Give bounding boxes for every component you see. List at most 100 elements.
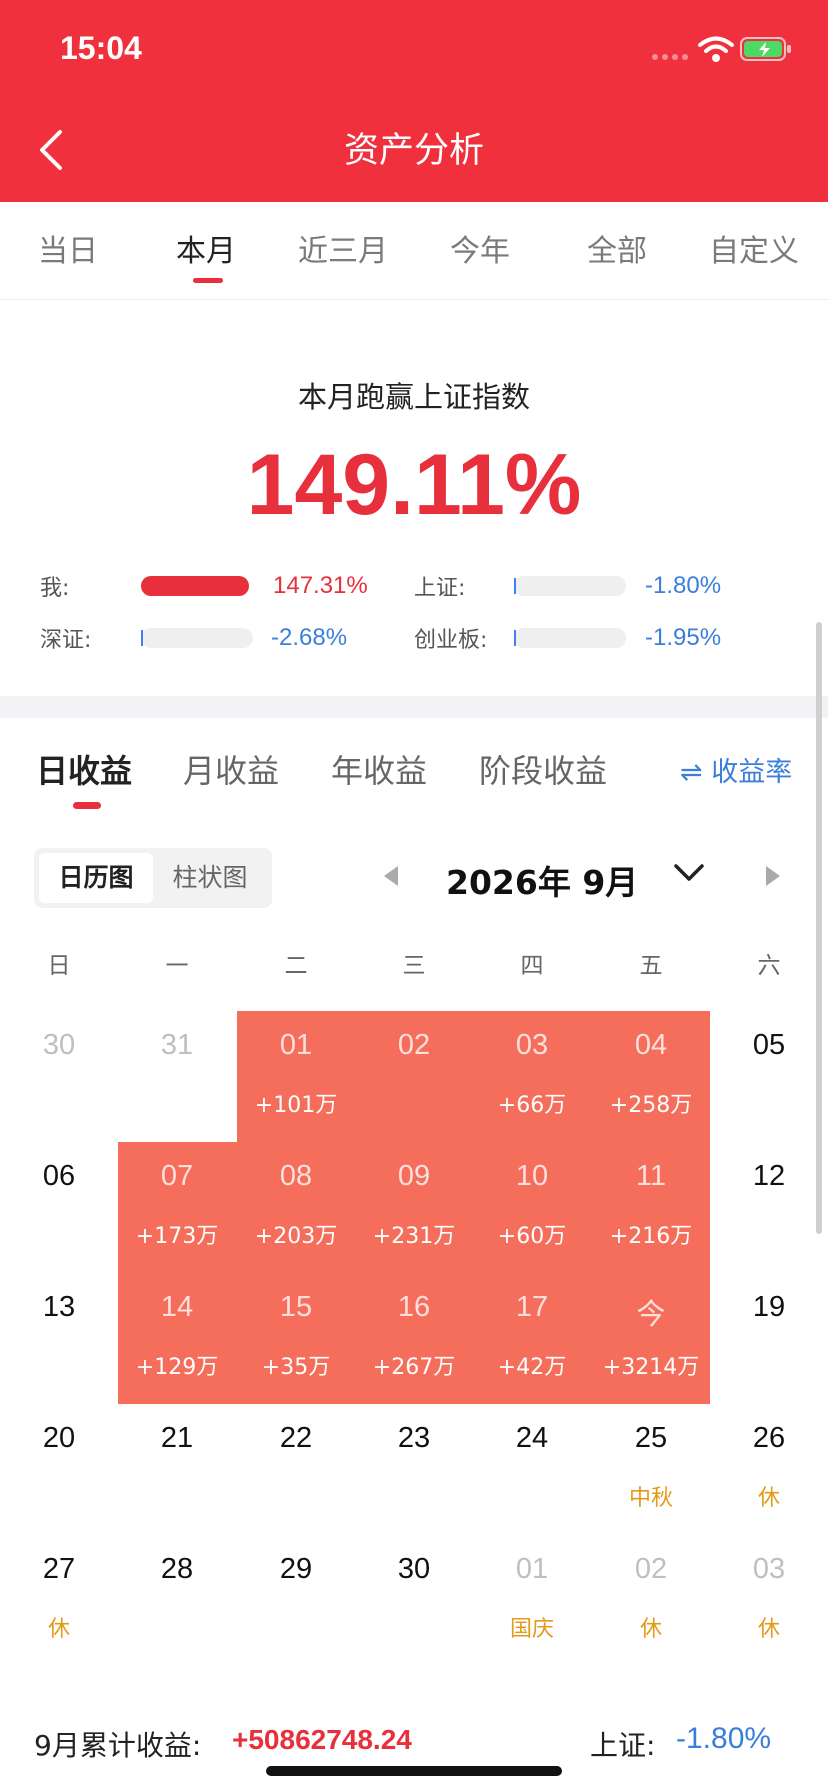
calendar-day-cell[interactable]: 30 [0,1011,118,1142]
next-month-icon[interactable] [766,866,780,886]
calendar-day-number: 01 [279,1029,313,1061]
calendar-day-cell[interactable]: 23 [355,1404,473,1535]
calendar-day-number: 17 [515,1291,549,1323]
calendar-day-cell[interactable]: 06 [0,1142,118,1273]
calendar-day-profit: +173万 [135,1224,219,1249]
calendar-day-profit: +203万 [254,1224,338,1249]
battery-icon [740,37,791,61]
calendar-day-number: 14 [160,1291,194,1323]
month-total-value: +50862748.24 [232,1724,412,1755]
calendar-day-number: 30 [42,1029,76,1061]
calendar-day-number: 21 [160,1422,194,1454]
calendar-day-number: 15 [279,1291,313,1323]
weekday-label: 六 [757,953,781,979]
calendar-day-number: 05 [752,1029,786,1061]
tab-all[interactable]: 全部 [557,226,677,270]
calendar-day-cell[interactable]: 25 中秋 [592,1404,710,1535]
calendar-day-cell[interactable]: 16 +267万 [355,1273,473,1404]
tab-stage-profit[interactable]: 阶段收益 [479,746,607,792]
weekday-label: 日 [47,953,71,979]
app-header: 15:04 资产分析 [0,0,828,202]
calendar-day-cell[interactable]: 08 +203万 [237,1142,355,1273]
calendar-day-cell[interactable]: 03 +66万 [473,1011,591,1142]
tab-daily-profit[interactable]: 日收益 [36,746,132,792]
calendar-day-cell[interactable]: 27 休 [0,1535,118,1666]
calendar-day-cell[interactable]: 30 [355,1535,473,1666]
calendar-day-cell[interactable]: 02 休 [592,1535,710,1666]
calendar-day-cell[interactable]: 04 +258万 [592,1011,710,1142]
calendar-day-cell[interactable]: 22 [237,1404,355,1535]
compare-bar-chinext [514,628,626,648]
month-label[interactable]: 2026年 9月 [446,856,638,904]
calendar-day-number: 22 [279,1422,313,1454]
calendar-day-number: 03 [515,1029,549,1061]
calendar-day-cell[interactable]: 20 [0,1404,118,1535]
calendar-day-number: 01 [515,1553,549,1585]
calendar-day-number: 20 [42,1422,76,1454]
calendar-day-cell[interactable]: 03 休 [710,1535,828,1666]
chevron-down-icon[interactable] [672,862,706,884]
calendar-day-holiday: 休 [639,1617,662,1642]
calendar-view-button[interactable]: 日历图 [39,853,153,903]
compare-label-me: 我: [40,576,70,601]
calendar-day-cell[interactable]: 11 +216万 [592,1142,710,1273]
calendar-day-number: 28 [160,1553,194,1585]
calendar-day-cell[interactable]: 24 [473,1404,591,1535]
compare-value-shanghai: -1.80% [645,572,722,599]
tab-this-month[interactable]: 本月 [146,226,266,270]
calendar-day-holiday: 休 [47,1617,70,1642]
calendar-day-cell[interactable]: 15 +35万 [237,1273,355,1404]
calendar-day-cell[interactable]: 10 +60万 [473,1142,591,1273]
compare-value-chinext: -1.95% [645,624,722,651]
calendar-day-cell[interactable]: 29 [237,1535,355,1666]
tab-custom[interactable]: 自定义 [694,226,814,270]
section-divider [0,696,828,718]
compare-label-shanghai: 上证: [414,576,466,601]
calendar-day-profit: +216万 [609,1224,693,1249]
calendar-day-profit: +258万 [609,1093,693,1118]
weekday-label: 三 [402,953,426,979]
calendar-day-cell[interactable]: 26 休 [710,1404,828,1535]
calendar-day-cell[interactable]: 05 [710,1011,828,1142]
calendar-day-cell[interactable]: 19 [710,1273,828,1404]
tab-this-year[interactable]: 今年 [420,226,540,270]
calendar-day-number: 03 [752,1553,786,1585]
calendar-day-number: 04 [634,1029,668,1061]
tab-yearly-profit[interactable]: 年收益 [331,746,427,792]
calendar-day-number: 08 [279,1160,313,1192]
return-rate-toggle[interactable]: ⇌ 收益率 [680,750,792,789]
calendar-day-number: 19 [752,1291,786,1323]
compare-bar-shenzhen [141,628,253,648]
calendar-day-cell[interactable]: 31 [118,1011,236,1142]
return-rate-label: 收益率 [711,757,793,788]
calendar-day-cell[interactable]: 12 [710,1142,828,1273]
calendar-day-number: 13 [42,1291,76,1323]
calendar-day-cell[interactable]: 02 [355,1011,473,1142]
compare-label-chinext: 创业板: [414,628,488,653]
tab-today[interactable]: 当日 [8,226,128,270]
compare-bar-me [141,576,249,596]
calendar-day-cell[interactable]: 14 +129万 [118,1273,236,1404]
calendar-day-cell[interactable]: 09 +231万 [355,1142,473,1273]
calendar-day-number: 02 [397,1029,431,1061]
calendar-day-number: 10 [515,1160,549,1192]
calendar-day-cell[interactable]: 17 +42万 [473,1273,591,1404]
prev-month-icon[interactable] [384,866,398,886]
calendar-day-cell[interactable]: 13 [0,1273,118,1404]
calendar-day-profit: +267万 [372,1355,456,1380]
bar-view-button[interactable]: 柱状图 [153,853,267,903]
tab-three-months[interactable]: 近三月 [283,226,403,270]
tab-monthly-profit[interactable]: 月收益 [183,746,279,792]
calendar-day-cell[interactable]: 01 国庆 [473,1535,591,1666]
calendar-day-profit: +66万 [497,1093,567,1118]
calendar-day-cell[interactable]: 28 [118,1535,236,1666]
calendar-day-cell[interactable]: 今 +3214万 [592,1273,710,1404]
calendar-day-number: 29 [279,1553,313,1585]
calendar-day-cell[interactable]: 07 +173万 [118,1142,236,1273]
calendar-day-cell[interactable]: 21 [118,1404,236,1535]
calendar-day-holiday: 中秋 [628,1486,673,1511]
beat-index-value: 149.11% [246,437,582,533]
compare-bar-shenzhen-tick [141,630,143,646]
calendar-day-cell[interactable]: 01 +101万 [237,1011,355,1142]
compare-value-me: 147.31% [273,572,368,599]
